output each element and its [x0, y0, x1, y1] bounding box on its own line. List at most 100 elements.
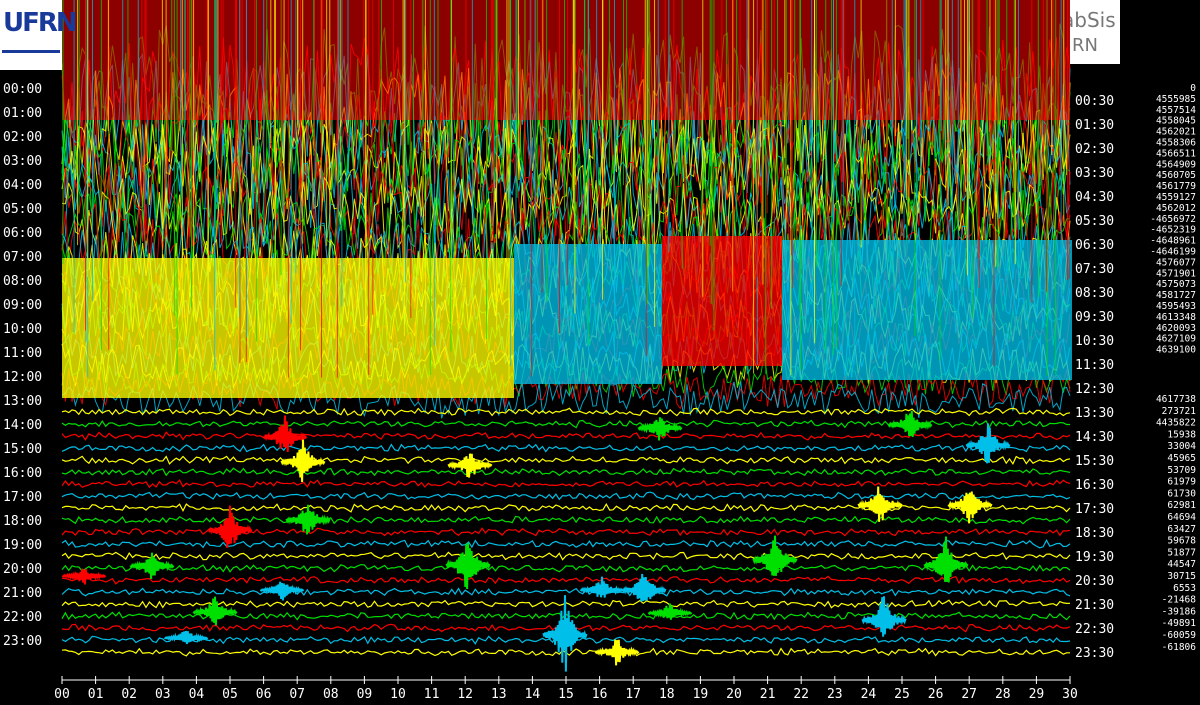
- right-value-label: 4559127: [1156, 192, 1196, 203]
- x-tick-label: 08: [323, 687, 339, 702]
- labsis-logo: abSis RN: [1070, 0, 1120, 64]
- left-time-label: 12:00: [3, 370, 42, 385]
- x-tick-label: 17: [625, 687, 641, 702]
- x-tick-label: 12: [457, 687, 473, 702]
- left-time-label: 01:00: [3, 106, 42, 121]
- x-tick-label: 25: [894, 687, 910, 702]
- right-time-label: 13:30: [1075, 406, 1114, 421]
- left-time-label: 21:00: [3, 586, 42, 601]
- right-time-label: 08:30: [1075, 286, 1114, 301]
- right-time-label: 22:30: [1075, 622, 1114, 637]
- left-time-label: 00:00: [3, 82, 42, 97]
- left-time-label: 04:00: [3, 178, 42, 193]
- seismogram-plot: 00:00 01:00 02:00 03:00 04:00 05:00 06:00 07:00…: [0, 0, 1200, 705]
- right-value-label: 4564909: [1156, 159, 1196, 170]
- x-tick-label: 14: [525, 687, 541, 702]
- event-spike: [542, 595, 588, 672]
- ufrn-logo: UFRN: [0, 0, 78, 70]
- traces: [61, 0, 1072, 672]
- trace-line: [61, 431, 1071, 441]
- left-time-label: 14:00: [3, 418, 42, 433]
- x-tick-label: 07: [289, 687, 305, 702]
- right-value-label: 273721: [1162, 406, 1197, 417]
- saturated-block: [662, 236, 782, 366]
- x-tick-label: 20: [726, 687, 742, 702]
- event-spike: [262, 415, 308, 453]
- x-tick-label: 24: [861, 687, 877, 702]
- x-tick-label: 13: [491, 687, 507, 702]
- event-spike: [207, 505, 253, 548]
- trace-line: [61, 479, 1071, 489]
- x-tick-label: 30: [1062, 687, 1078, 702]
- right-time-label: 03:30: [1075, 166, 1114, 181]
- right-value-label: 33004: [1167, 441, 1196, 452]
- x-tick-label: 19: [693, 687, 709, 702]
- right-value-label: 4620093: [1156, 323, 1196, 334]
- left-time-label: 03:00: [3, 154, 42, 169]
- right-value-label: 4435822: [1156, 418, 1196, 429]
- x-tick-label: 16: [592, 687, 608, 702]
- right-time-label: 07:30: [1075, 262, 1114, 277]
- x-tick-label: 01: [88, 687, 104, 702]
- event-spike: [594, 639, 640, 666]
- x-tick-label: 27: [961, 687, 977, 702]
- event-spike: [861, 596, 907, 637]
- right-time-label: 18:30: [1075, 526, 1114, 541]
- saturated-block: [62, 0, 1070, 120]
- right-time-label: 06:30: [1075, 238, 1114, 253]
- labsis-logo-line2: RN: [1072, 35, 1098, 56]
- event-spike: [192, 596, 238, 626]
- right-time-label: 21:30: [1075, 598, 1114, 613]
- right-value-label: 30715: [1167, 571, 1196, 582]
- helicorder-chart: 00:00 01:00 02:00 03:00 04:00 05:00 06:00 07:00…: [3, 0, 1197, 702]
- right-time-label: 10:30: [1075, 334, 1114, 349]
- labsis-logo-line1: abSis: [1070, 8, 1116, 32]
- right-value-label: 59678: [1167, 536, 1196, 547]
- right-time-label: 17:30: [1075, 502, 1114, 517]
- x-tick-label: 06: [256, 687, 272, 702]
- right-value-label: -49891: [1162, 618, 1197, 629]
- right-value-label: 62981: [1167, 500, 1196, 511]
- right-value-label: 4562021: [1156, 127, 1196, 138]
- right-value-label: 4561779: [1156, 181, 1196, 192]
- left-time-label: 15:00: [3, 442, 42, 457]
- x-tick-label: 23: [827, 687, 843, 702]
- left-time-label: 19:00: [3, 538, 42, 553]
- left-time-label: 22:00: [3, 610, 42, 625]
- event-spike: [259, 581, 305, 601]
- right-time-label: 09:30: [1075, 310, 1114, 325]
- x-tick-label: 29: [1029, 687, 1045, 702]
- right-time-label: 19:30: [1075, 550, 1114, 565]
- right-value-label: 6553: [1173, 583, 1196, 594]
- left-time-label: 18:00: [3, 514, 42, 529]
- right-value-label: 4560705: [1156, 170, 1196, 181]
- right-value-label: 0: [1190, 83, 1196, 94]
- left-time-label: 09:00: [3, 298, 42, 313]
- left-time-label: 02:00: [3, 130, 42, 145]
- right-value-label: 4576077: [1156, 257, 1196, 268]
- right-value-label: 4627109: [1156, 334, 1196, 345]
- x-tick-label: 02: [121, 687, 137, 702]
- right-value-label: 61730: [1167, 488, 1196, 499]
- left-time-label: 06:00: [3, 226, 42, 241]
- right-value-label: -4652319: [1150, 225, 1196, 236]
- right-value-label: 44547: [1167, 559, 1196, 570]
- right-value-label: -21468: [1162, 595, 1197, 606]
- right-value-label: 4555985: [1156, 94, 1196, 105]
- right-value-label: 4566511: [1156, 148, 1196, 159]
- right-value-label: 61979: [1167, 477, 1196, 488]
- left-time-label: 17:00: [3, 490, 42, 505]
- left-time-label: 16:00: [3, 466, 42, 481]
- right-value-label: -4656972: [1150, 214, 1196, 225]
- event-spike: [857, 486, 903, 522]
- event-spike: [129, 552, 175, 580]
- right-value-label: 4575073: [1156, 279, 1196, 290]
- right-value-label: 4595493: [1156, 301, 1196, 312]
- right-time-label: 02:30: [1075, 142, 1114, 157]
- right-value-label: 4639100: [1156, 345, 1196, 356]
- right-value-label: 4613348: [1156, 312, 1196, 323]
- x-tick-label: 00: [54, 687, 70, 702]
- right-value-label: 4571901: [1156, 268, 1196, 279]
- x-tick-label: 15: [558, 687, 574, 702]
- trace-line: [61, 443, 1071, 453]
